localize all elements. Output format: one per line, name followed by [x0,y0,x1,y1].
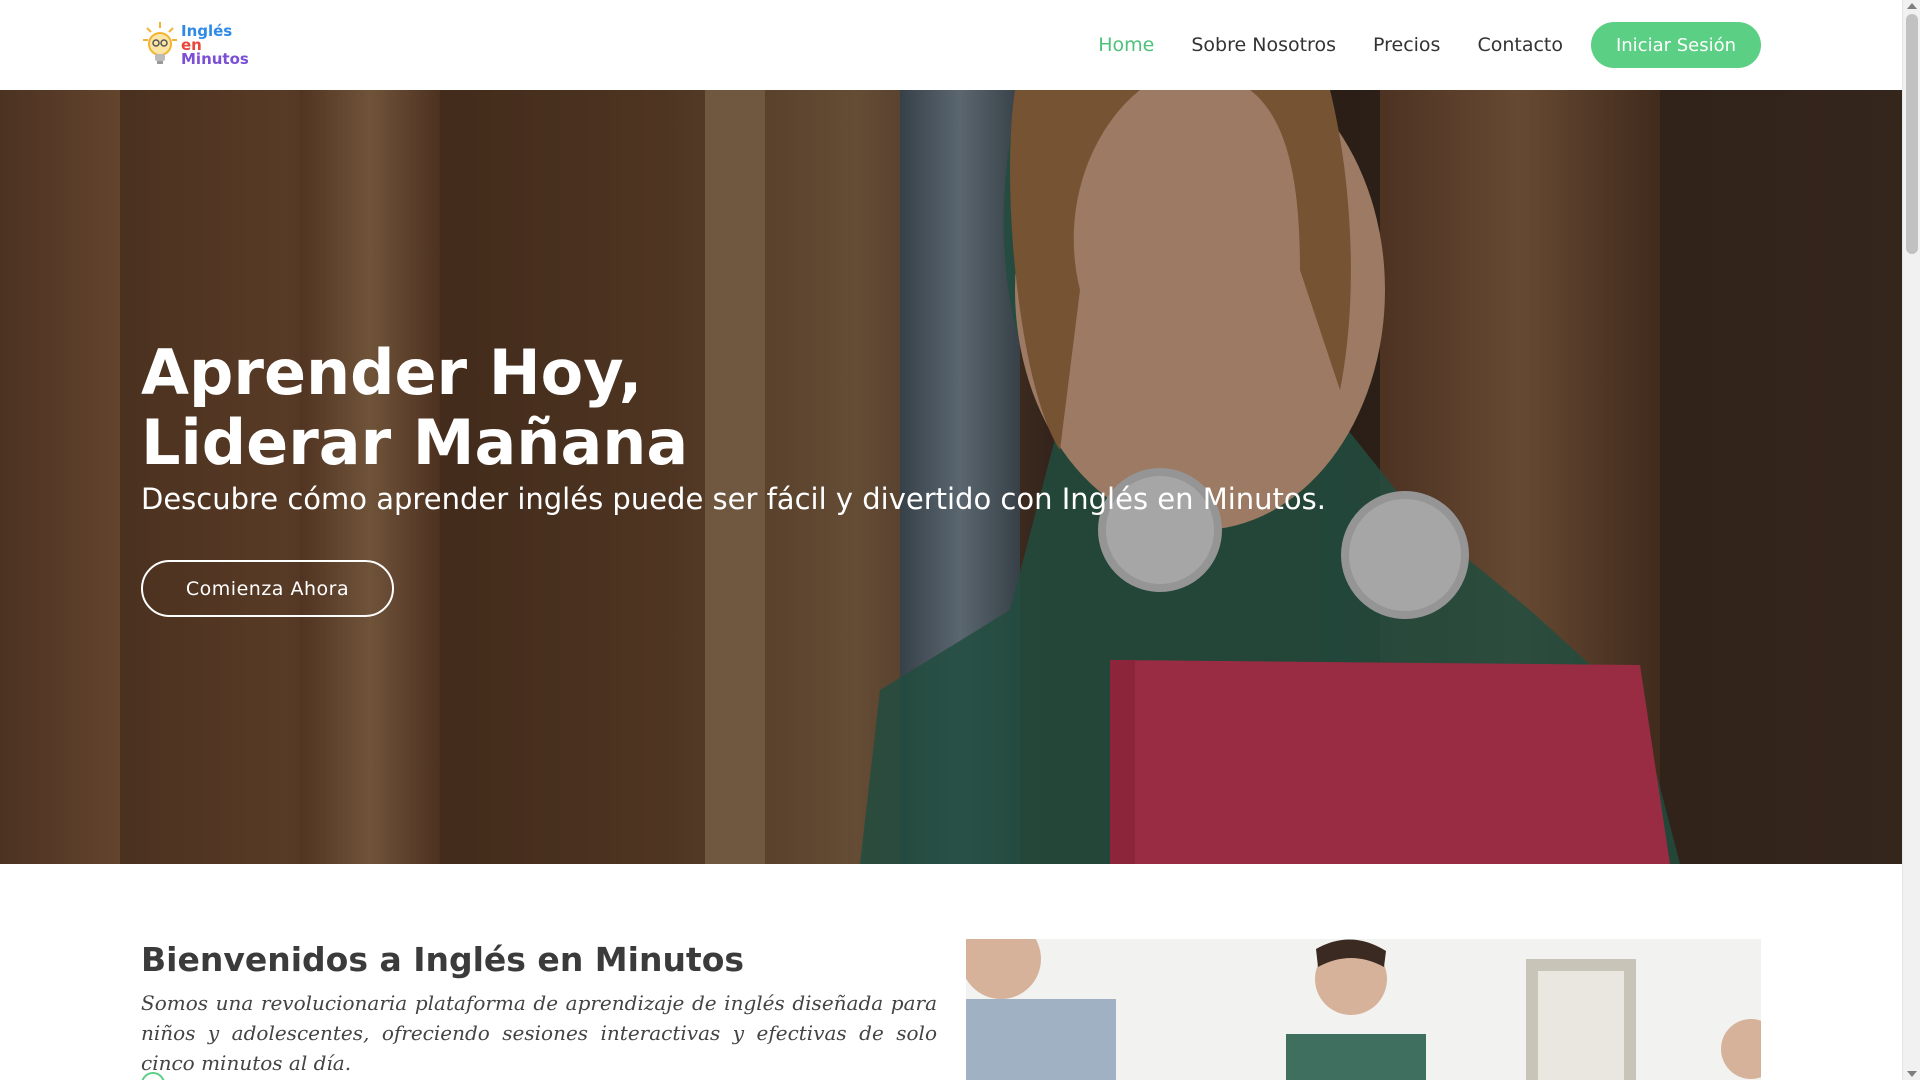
hero-title-line-1: Aprender Hoy, [141,336,643,409]
site-header: Inglés en Minutos Home Sobre Nosotros Pr… [0,0,1902,90]
nav-home[interactable]: Home [1098,34,1154,56]
logo-text: Inglés en Minutos [181,24,249,68]
hero-section: Aprender Hoy, Liderar Mañana Descubre có… [0,90,1902,864]
login-button[interactable]: Iniciar Sesión [1591,22,1761,68]
main-nav: Home Sobre Nosotros Precios Contacto Ini… [1061,22,1761,68]
hero-title-line-2: Liderar Mañana [141,406,689,479]
team-photo [966,939,1761,1080]
site-logo[interactable]: Inglés en Minutos [141,18,261,72]
lightbulb-icon [141,20,179,70]
hero-subtitle: Descubre cómo aprender inglés puede ser … [141,482,1326,516]
team-photo-illustration [966,939,1761,1080]
nav-sobre-nosotros[interactable]: Sobre Nosotros [1191,34,1336,56]
welcome-title: Bienvenidos a Inglés en Minutos [141,940,745,979]
hero-title: Aprender Hoy, Liderar Mañana [141,338,688,478]
welcome-text: Somos una revolucionaria plataforma de a… [141,991,937,1075]
scroll-thumb[interactable] [1906,14,1918,254]
scroll-down-arrow-icon[interactable] [1907,1071,1917,1077]
page-scrollbar[interactable] [1902,0,1920,1080]
start-now-button[interactable]: Comienza Ahora [141,560,394,617]
logo-line-3: Minutos [181,50,249,68]
scroll-up-arrow-icon[interactable] [1907,3,1917,9]
nav-contacto[interactable]: Contacto [1477,34,1563,56]
nav-precios[interactable]: Precios [1373,34,1440,56]
